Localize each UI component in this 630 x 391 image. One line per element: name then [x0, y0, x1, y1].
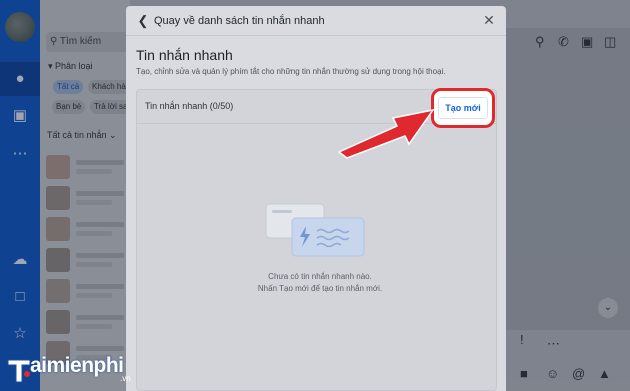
section-description: Tạo, chỉnh sửa và quản lý phím tắt cho n…	[136, 67, 446, 76]
taimienphi-logo: aimienphi .vn	[2, 350, 142, 388]
empty-state-line-2: Nhấn Tạo mới để tạo tin nhắn mới.	[257, 284, 383, 293]
empty-state-illustration	[265, 203, 365, 257]
logo-text: aimienphi	[30, 354, 124, 377]
quick-messages-dialog: ❮ Quay về danh sách tin nhắn nhanh ✕ Tin…	[126, 6, 506, 391]
section-title: Tin nhắn nhanh	[136, 47, 233, 63]
dialog-title[interactable]: Quay về danh sách tin nhắn nhanh	[154, 15, 325, 27]
logo-suffix: .vn	[120, 374, 131, 383]
annotation-arrow	[337, 108, 435, 159]
empty-state-line-1: Chưa có tin nhắn nhanh nào.	[268, 272, 372, 281]
logo-mark	[7, 359, 31, 383]
quick-messages-count: Tin nhắn nhanh (0/50)	[145, 101, 234, 111]
close-icon[interactable]: ✕	[482, 13, 496, 27]
dialog-header: ❮ Quay về danh sách tin nhắn nhanh ✕	[126, 6, 506, 36]
create-new-button[interactable]: Tạo mới	[438, 97, 488, 119]
chevron-left-icon[interactable]: ❮	[136, 14, 150, 28]
